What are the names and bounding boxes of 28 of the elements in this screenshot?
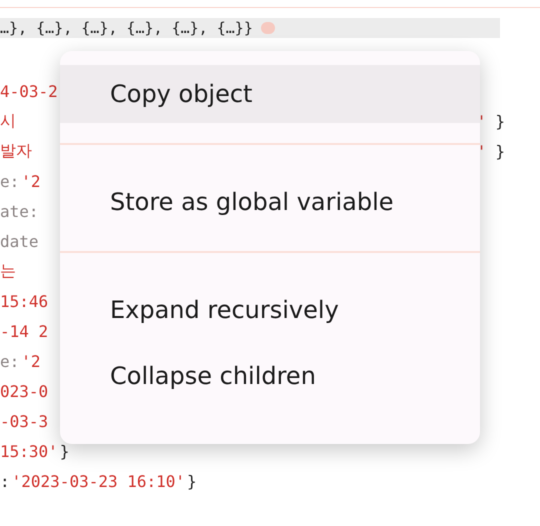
menu-item[interactable]: Copy object (60, 65, 480, 123)
string-value: 는 (0, 260, 16, 282)
string-value: -03-3 (0, 412, 48, 430)
property-key: ate: (0, 202, 39, 220)
console-summary-row[interactable]: …}, {…}, {…}, {…}, {…}, {…}} (0, 18, 500, 38)
object-preview-text: …}, {…}, {…}, {…}, {…}, {…}} (0, 19, 253, 37)
string-value: 15:46 (0, 292, 48, 310)
string-value: '2023-03-23 16:10' (12, 472, 186, 490)
string-value: '2 (21, 172, 41, 190)
bracket-text: } (495, 112, 505, 130)
string-value: -14 2 (0, 322, 48, 340)
bracket-text: } (187, 472, 197, 490)
string-value: '2 (21, 352, 41, 370)
bracket-text: : (0, 472, 10, 490)
bracket-text: } (495, 142, 505, 160)
menu-item[interactable]: Collapse children (60, 343, 480, 409)
property-key: e: (0, 352, 20, 370)
menu-item[interactable]: Store as global variable (60, 173, 480, 231)
string-value: 시 (0, 110, 16, 132)
string-value: 15:30' (0, 442, 58, 460)
string-value: 023-0 (0, 382, 48, 400)
property-key: date (0, 232, 39, 250)
menu-item[interactable]: Expand recursively (60, 277, 480, 343)
property-key: e: (0, 172, 20, 190)
string-value: 4-03-2 (0, 82, 58, 100)
string-value: ' (476, 142, 486, 160)
bracket-text: } (60, 442, 70, 460)
string-value: 발자 (0, 140, 32, 162)
